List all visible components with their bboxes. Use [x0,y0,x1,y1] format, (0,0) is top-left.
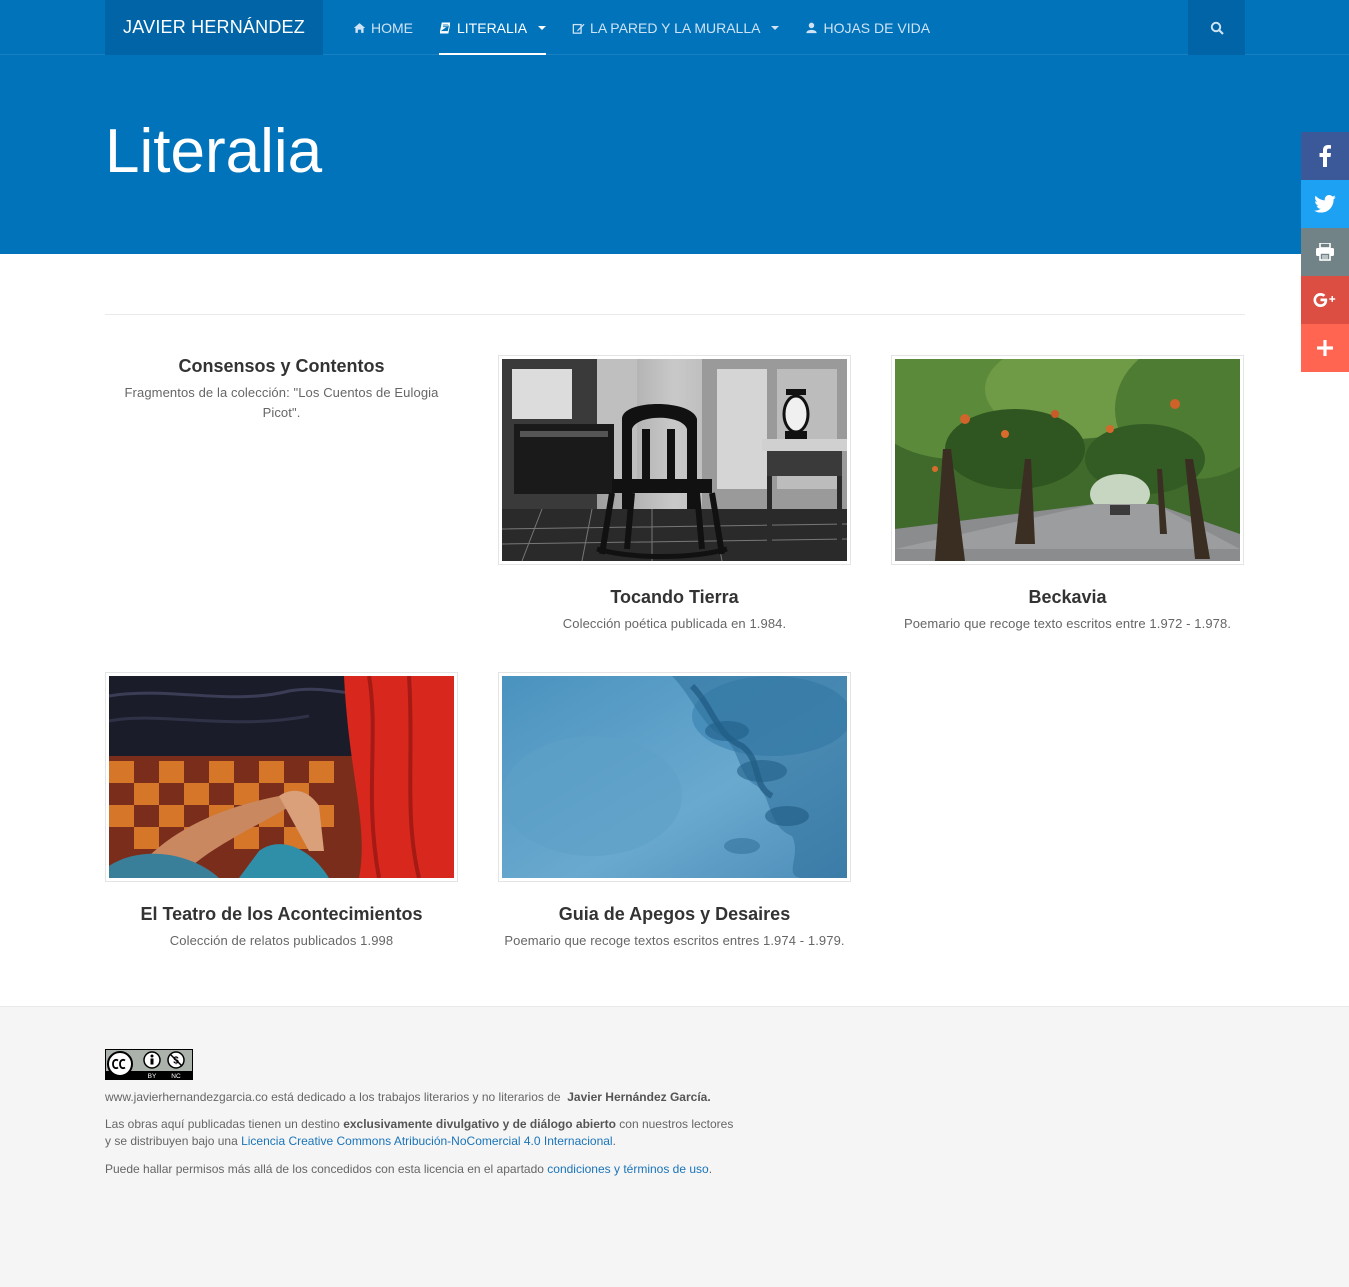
share-twitter-button[interactable] [1301,180,1349,228]
social-share-bar [1301,132,1349,372]
footer-author-name: Javier Hernández García. [567,1090,711,1104]
work-card[interactable]: Tocando Tierra Colección poética publica… [498,355,851,634]
footer-line2-text: Las obras aquí publicadas tienen un dest… [105,1117,340,1131]
work-description: Colección de relatos publicados 1.998 [169,933,394,948]
nav-literalia-label: LITERALIA [457,19,528,36]
share-facebook-button[interactable] [1301,132,1349,180]
more-icon [1317,340,1333,356]
nav-la-pared[interactable]: LA PARED Y LA MURALLA [559,0,792,55]
work-image-guia-de-apegos[interactable] [498,672,851,882]
share-more-button[interactable] [1301,324,1349,372]
work-description: Poemario que recoge textos escritos entr… [504,933,845,948]
footer-line4-suffix: . [708,1162,713,1176]
work-card[interactable]: Beckavia Poemario que recoge texto escri… [891,355,1244,634]
edit-icon [572,23,585,34]
work-title[interactable]: Guia de Apegos y Desaires [498,903,851,925]
footer-line2-bold: exclusivamente divulgativo y de diálogo … [343,1117,616,1131]
chevron-down-icon [538,25,547,30]
user-icon [806,22,818,33]
nav-home[interactable]: HOME [340,0,426,55]
navbar: JAVIER HERNÁNDEZ HOME LITERALIA LA PARED… [0,0,1349,55]
twitter-icon [1314,195,1336,213]
work-image-tocando-tierra[interactable] [498,355,851,565]
nav-home-label: HOME [371,19,413,36]
footer-line4-text: Puede hallar permisos más allá de los co… [105,1162,544,1176]
work-card[interactable]: Consensos y Contentos Fragmentos de la c… [105,334,458,423]
nav-la-pared-label: LA PARED Y LA MURALLA [590,19,761,36]
work-card[interactable]: Guia de Apegos y Desaires Poemario que r… [498,672,851,951]
badge-nc-label: NC [171,1073,181,1079]
work-image-beckavia[interactable] [891,355,1244,565]
work-title[interactable]: Tocando Tierra [498,586,851,608]
search-button[interactable] [1188,0,1245,55]
footer-line3-text: y se distribuyen bajo una [105,1134,238,1148]
work-title[interactable]: Consensos y Contentos [105,355,458,377]
work-image-el-teatro[interactable] [105,672,458,882]
chevron-down-icon [771,25,780,30]
page-header: Literalia [0,55,1349,254]
footer-line3-suffix: . [612,1134,616,1148]
license-link[interactable]: Licencia Creative Commons Atribución-NoC… [241,1134,613,1148]
work-description: Colección poética publicada en 1.984. [562,616,787,631]
home-icon [353,22,366,33]
main-nav: HOME LITERALIA LA PARED Y LA MURALLA HOJ… [340,0,943,55]
facebook-icon [1319,145,1331,167]
footer: $ BY NC www.javierhernandezgarcia.co est… [0,1006,1349,1287]
footer-permissions-statement: Puede hallar permisos más allá de los co… [105,1161,712,1178]
footer-line2-suffix: con nuestros lectores [619,1117,734,1131]
print-icon [1316,243,1334,261]
content-divider [105,314,1245,315]
search-icon [1210,21,1224,35]
print-button[interactable] [1301,228,1349,276]
work-description: Fragmentos de la colección: "Los Cuentos… [124,385,439,420]
nav-hojas-label: HOJAS DE VIDA [823,19,931,36]
badge-by-label: BY [148,1073,157,1079]
footer-line1-text: www.javierhernandezgarcia.co está dedica… [105,1090,561,1104]
book-icon [439,22,451,33]
nav-literalia[interactable]: LITERALIA [426,0,559,55]
terms-link[interactable]: condiciones y términos de uso [547,1162,708,1176]
work-card[interactable]: El Teatro de los Acontecimientos Colecci… [105,672,458,951]
footer-site-statement: www.javierhernandezgarcia.co está dedica… [105,1089,711,1106]
creative-commons-license-badge[interactable]: $ BY NC [105,1049,193,1080]
work-description: Poemario que recoge texto escritos entre… [903,616,1232,631]
work-title[interactable]: Beckavia [891,586,1244,608]
google-plus-icon [1313,293,1336,307]
brand-link[interactable]: JAVIER HERNÁNDEZ [105,0,323,55]
share-google-plus-button[interactable] [1301,276,1349,324]
footer-license-statement: Las obras aquí publicadas tienen un dest… [105,1116,733,1150]
page-title: Literalia [105,117,323,186]
nav-hojas-de-vida[interactable]: HOJAS DE VIDA [792,0,943,55]
work-title[interactable]: El Teatro de los Acontecimientos [105,903,458,925]
